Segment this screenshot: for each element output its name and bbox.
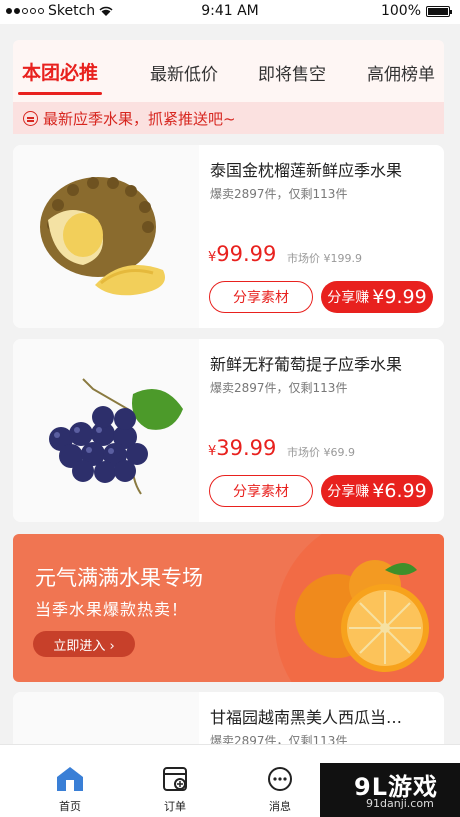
product-title[interactable]: 甘福园越南黑美人西瓜当… xyxy=(210,704,402,728)
watermark-sub: 91danji.com xyxy=(366,797,434,810)
product-image-durian xyxy=(13,145,199,328)
share-earn-button[interactable]: 分享赚 ¥9.99 xyxy=(321,281,433,313)
product-price: ¥99.99 xyxy=(208,242,277,266)
product-image-grapes xyxy=(13,339,199,522)
banner-title: 元气满满水果专场 xyxy=(35,566,203,590)
tab-high-commission[interactable]: 高佣榜单 xyxy=(367,60,435,85)
product-card[interactable]: 泰国金枕榴莲新鲜应季水果 爆卖2897件，仅剩113件 ¥99.99 市场价 ¥… xyxy=(13,145,444,328)
tab-home-label: 首页 xyxy=(59,800,81,813)
watermark-logo: 9L游戏 91danji.com xyxy=(320,763,460,817)
order-icon xyxy=(163,767,187,791)
tab-messages-label: 消息 xyxy=(269,800,291,813)
product-card[interactable]: 新鲜无籽葡萄提子应季水果 爆卖2897件，仅剩113件 ¥39.99 市场价 ¥… xyxy=(13,339,444,522)
banner-subtitle: 当季水果爆款热卖！ xyxy=(35,600,189,619)
notice-text: 最新应季水果，抓紧推送吧~ xyxy=(43,109,236,128)
tab-latest-low-price[interactable]: 最新低价 xyxy=(150,60,218,85)
enter-now-button[interactable]: 立即进入 › xyxy=(33,631,135,657)
status-bar: Sketch 9:41 AM 100% xyxy=(0,0,460,24)
message-icon xyxy=(268,767,292,791)
promo-banner[interactable]: 元气满满水果专场 当季水果爆款热卖！ 立即进入 › xyxy=(13,534,444,682)
tab-recommended[interactable]: 本团必推 xyxy=(17,58,103,95)
product-title[interactable]: 泰国金枕榴莲新鲜应季水果 xyxy=(210,157,402,181)
battery-icon xyxy=(426,5,452,17)
durian-icon xyxy=(40,177,165,296)
message-icon xyxy=(23,110,38,126)
share-material-button[interactable]: 分享素材 xyxy=(209,281,313,313)
notice-bar: 最新应季水果，抓紧推送吧~ xyxy=(13,102,444,134)
product-sales: 爆卖2897件，仅剩113件 xyxy=(210,381,348,395)
market-price: 市场价 ¥199.9 xyxy=(287,252,362,265)
product-price: ¥39.99 xyxy=(208,436,277,460)
tab-orders[interactable]: 订单 xyxy=(150,765,200,814)
tab-selling-out[interactable]: 即将售空 xyxy=(258,60,326,85)
tab-messages[interactable]: 消息 xyxy=(255,765,305,814)
orange-icon xyxy=(295,560,429,672)
share-material-button[interactable]: 分享素材 xyxy=(209,475,313,507)
share-earn-button[interactable]: 分享赚 ¥6.99 xyxy=(321,475,433,507)
product-title[interactable]: 新鲜无籽葡萄提子应季水果 xyxy=(210,351,402,375)
product-sales: 爆卖2897件，仅剩113件 xyxy=(210,187,348,201)
home-icon xyxy=(57,767,83,791)
tab-orders-label: 订单 xyxy=(164,800,186,813)
grapes-icon xyxy=(49,378,183,495)
category-tabs: 本团必推 最新低价 即将售空 高佣榜单 xyxy=(13,40,444,102)
battery-percent: 100% xyxy=(380,3,421,19)
market-price: 市场价 ¥69.9 xyxy=(287,446,355,459)
tab-home[interactable]: 首页 xyxy=(45,765,95,814)
